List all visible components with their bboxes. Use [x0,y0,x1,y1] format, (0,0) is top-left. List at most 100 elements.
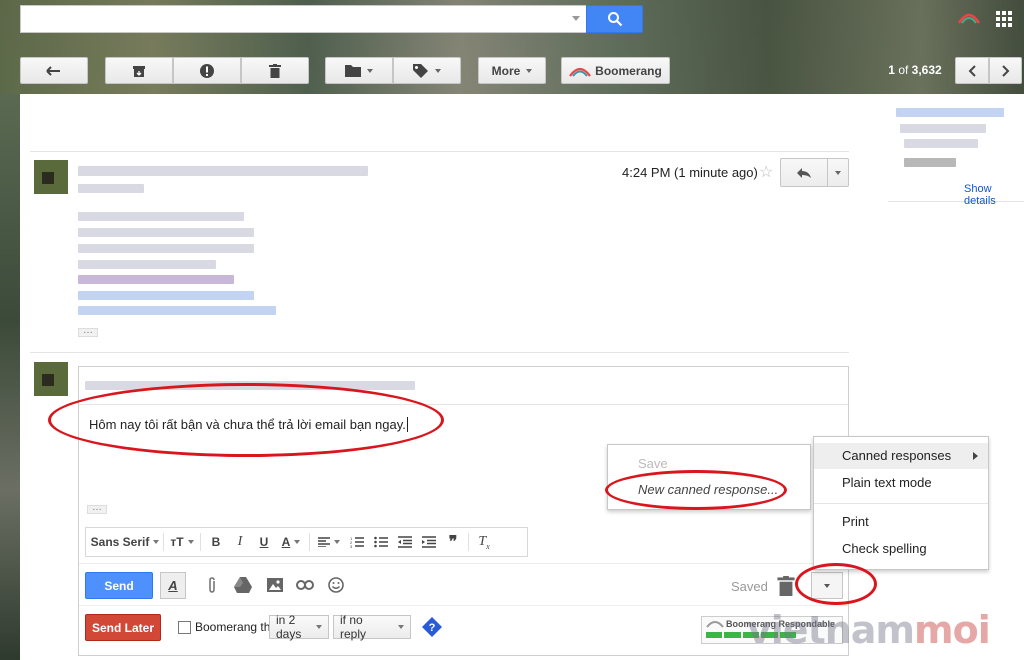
watermark-logo: vietnammoi [747,608,991,652]
send-later-button[interactable]: Send Later [85,614,161,641]
bulleted-list-icon [374,536,388,548]
insert-photo-button[interactable] [264,574,286,596]
indent-more-icon [422,536,436,548]
send-button[interactable]: Send [85,572,153,599]
search-button[interactable] [586,5,643,33]
redacted-body-line [78,228,254,237]
report-spam-button[interactable] [173,57,241,84]
formatting-options-toggle[interactable]: A [160,572,186,599]
draft-saved-status: Saved [731,579,768,594]
redacted-sender [78,166,368,176]
numbered-list-button[interactable]: 123 [345,530,369,554]
quote-button[interactable]: ❞ [441,530,465,554]
numbered-list-icon: 123 [350,536,364,548]
menu-item-canned-responses[interactable]: Canned responses [814,443,988,469]
align-icon [318,537,330,547]
reply-button[interactable] [780,158,828,187]
back-to-inbox-button[interactable] [20,57,88,84]
pager-of: of [898,63,909,77]
reply-more-button[interactable] [827,158,849,187]
italic-button[interactable]: I [228,530,252,554]
boomerang-icon [706,621,724,628]
menu-item-check-spelling[interactable]: Check spelling [814,536,988,562]
remove-formatting-button[interactable]: Tx [472,530,496,554]
indent-less-button[interactable] [393,530,417,554]
bold-button[interactable]: B [204,530,228,554]
boomerang-this-checkbox[interactable]: Boomerang this [178,620,279,634]
older-conversation-button[interactable] [989,57,1022,84]
show-details-link[interactable]: Show details [964,183,1024,207]
discard-draft-icon[interactable] [777,576,795,596]
attach-file-button[interactable] [201,574,223,596]
boomerang-delay-value: in 2 days [276,613,302,641]
boomerang-button[interactable]: Boomerang [561,57,670,84]
redacted-body-line [78,291,254,300]
archive-button[interactable] [105,57,173,84]
boomerang-logo-icon[interactable] [957,9,981,25]
redacted-body-line [78,212,244,221]
message-divider [30,352,849,353]
font-size-icon: тT [170,535,184,549]
redacted-body-line [78,244,254,253]
compose-action-row: Send A Saved [79,563,848,603]
delete-button[interactable] [241,57,309,84]
redacted-body-line [78,260,216,269]
chevron-left-icon [968,64,976,77]
indent-more-button[interactable] [417,530,441,554]
show-trimmed-content-button[interactable]: … [87,503,107,514]
redacted-recipient [78,184,144,193]
insert-emoticon-button[interactable] [325,574,347,596]
apps-grid-icon[interactable] [996,11,1012,27]
move-to-button[interactable] [325,57,393,84]
font-family-select[interactable]: Sans Serif [90,530,160,554]
star-icon[interactable]: ☆ [759,162,773,182]
submenu-arrow-icon [973,452,978,460]
boomerang-toolbar: Send Later Boomerang this in 2 days if n… [79,605,848,655]
align-select[interactable] [313,530,345,554]
annotation-ellipse-body [48,383,444,457]
search-icon [607,12,622,27]
help-icon[interactable]: ? [421,616,443,638]
link-icon [296,580,314,590]
bold-icon: B [211,535,221,549]
label-tag-icon [413,63,428,78]
dropdown-caret-icon [367,68,373,73]
menu-item-plain-text-mode[interactable]: Plain text mode [814,470,988,496]
boomerang-delay-select[interactable]: in 2 days [269,613,329,641]
underline-button[interactable]: U [252,530,276,554]
photo-icon [267,578,283,592]
search-options-caret-icon[interactable] [572,16,580,21]
bulleted-list-button[interactable] [369,530,393,554]
font-size-select[interactable]: тT [167,530,197,554]
menu-item-print[interactable]: Print [814,509,988,535]
more-options-menu: Canned responses Plain text mode Print C… [813,436,989,570]
redacted-text [896,108,1004,117]
insert-drive-file-button[interactable] [232,574,254,596]
insert-link-button[interactable] [294,574,316,596]
boomerang-icon [569,67,592,77]
font-family-label: Sans Serif [90,535,150,549]
search-input[interactable] [20,5,586,33]
checkbox-icon[interactable] [178,620,191,634]
send-button-label: Send [104,578,134,593]
sender-avatar[interactable] [34,160,68,194]
my-avatar [34,362,68,396]
text-color-icon: A [281,535,291,549]
redacted-text [904,139,978,148]
pager-total: 3,632 [911,63,942,77]
redacted-body-line [78,306,276,315]
send-later-label: Send Later [91,620,154,635]
folder-icon [345,65,361,77]
newer-conversation-button[interactable] [955,57,989,84]
theme-background-left [0,94,20,660]
more-actions-button[interactable]: More [478,57,546,84]
redacted-text [904,158,956,167]
svg-text:?: ? [429,622,436,634]
pager-range: 1 [888,63,895,77]
show-trimmed-content-button[interactable]: … [78,326,98,337]
text-color-select[interactable]: A [276,530,306,554]
labels-button[interactable] [393,57,461,84]
dropdown-caret-icon [835,170,841,175]
boomerang-condition-select[interactable]: if no reply [333,613,411,641]
menu-divider [814,503,988,504]
